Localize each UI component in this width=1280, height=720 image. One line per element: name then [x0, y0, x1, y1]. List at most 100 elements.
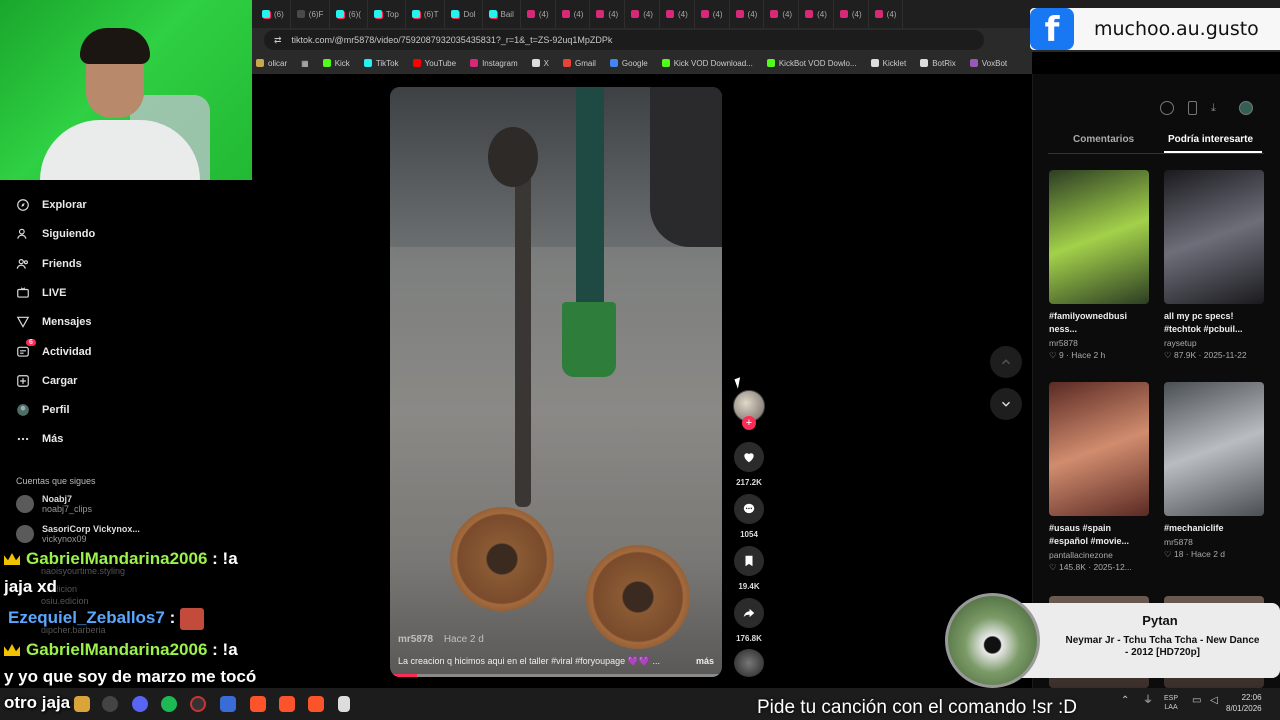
- video-thumbnail[interactable]: [1164, 170, 1264, 304]
- heart-icon[interactable]: [734, 442, 764, 472]
- bookmark-item[interactable]: TikTok: [363, 59, 399, 68]
- sidebar-item-explorar[interactable]: Explorar: [16, 198, 87, 212]
- bookmark-item[interactable]: Instagram: [470, 59, 518, 68]
- address-bar[interactable]: ⇄ tiktok.com/@mr5878/video/7592087932035…: [264, 30, 984, 50]
- browser-tab[interactable]: (6)(: [330, 0, 368, 28]
- suggested-video-card[interactable]: all my pc specs! #techtok #pcbuil... rays…: [1164, 170, 1264, 361]
- system-clock[interactable]: 22:06 8/01/2026: [1226, 692, 1262, 714]
- next-video-button[interactable]: [990, 388, 1022, 420]
- browser-tab[interactable]: (4): [695, 0, 730, 28]
- card-author[interactable]: mr5878: [1164, 537, 1264, 547]
- brave-icon[interactable]: [250, 696, 266, 712]
- bookmark-item[interactable]: X: [531, 59, 549, 68]
- browser-tab[interactable]: (4): [730, 0, 765, 28]
- card-author[interactable]: pantallacinezone: [1049, 550, 1149, 560]
- browser-tab[interactable]: (4): [556, 0, 591, 28]
- bookmark-item[interactable]: Google: [609, 59, 648, 68]
- bookmark-item[interactable]: KickBot VOD Dowlo...: [766, 59, 857, 68]
- tab-comments[interactable]: Comentarios: [1073, 134, 1134, 145]
- tab-label: (6)F: [308, 9, 324, 19]
- spotify-icon[interactable]: [161, 696, 177, 712]
- device-icon[interactable]: [1188, 101, 1197, 115]
- bookmark-icon[interactable]: [734, 546, 764, 576]
- compass-small-icon[interactable]: [1160, 101, 1174, 115]
- volume-icon[interactable]: ◁: [1210, 696, 1218, 706]
- share-arrow-icon[interactable]: [734, 598, 764, 628]
- bookmark-item[interactable]: Kicklet: [870, 59, 906, 68]
- bookmark-item[interactable]: Kick VOD Download...: [661, 59, 753, 68]
- video-thumbnail[interactable]: [1049, 170, 1149, 304]
- apps-grid-icon[interactable]: ▦: [301, 59, 309, 68]
- browser-tab[interactable]: (4): [521, 0, 556, 28]
- bookmark-item[interactable]: YouTube: [412, 59, 456, 68]
- sidebar-item-label: Más: [42, 433, 64, 446]
- notepad-icon[interactable]: [338, 696, 350, 712]
- browser-tab[interactable]: Bail: [483, 0, 521, 28]
- sidebar-item-actividad[interactable]: Actividad 6: [16, 338, 92, 359]
- download-icon[interactable]: ⤓: [1211, 101, 1225, 115]
- share-action[interactable]: 176.8K: [734, 598, 764, 643]
- bookmark-item[interactable]: VoxBot: [969, 59, 1007, 68]
- sidebar-item-ms[interactable]: Más: [16, 432, 63, 446]
- tab-label: (6)T: [423, 9, 439, 19]
- save-action[interactable]: 19.4K: [734, 546, 764, 591]
- app-icon[interactable]: [102, 696, 118, 712]
- following-account[interactable]: SasoriCorp Vickynox... vickynox09: [16, 524, 140, 544]
- site-info-icon[interactable]: ⇄: [274, 35, 282, 46]
- browser-tab[interactable]: Dol: [445, 0, 483, 28]
- tab-suggestions[interactable]: Podría interesarte: [1168, 134, 1253, 145]
- sidebar-item-mensajes[interactable]: Mensajes: [16, 315, 92, 329]
- previous-video-button[interactable]: [990, 346, 1022, 378]
- browser-tab[interactable]: (4): [625, 0, 660, 28]
- bookmark-item[interactable]: olicar: [256, 59, 287, 68]
- mic-icon[interactable]: ⏚: [1143, 696, 1153, 706]
- sidebar-item-perfil[interactable]: Perfil: [16, 403, 70, 417]
- browser-tab[interactable]: (4): [799, 0, 834, 28]
- video-player[interactable]: mr5878 Hace 2 d La creacion q hicimos aq…: [390, 87, 722, 677]
- tray-chevron-icon[interactable]: ⌃: [1121, 696, 1129, 706]
- video-thumbnail[interactable]: [1049, 382, 1149, 516]
- app2-icon[interactable]: [220, 696, 236, 712]
- video-author-name[interactable]: mr5878: [398, 634, 433, 645]
- video-progress[interactable]: [390, 674, 722, 677]
- obs-icon[interactable]: [190, 696, 206, 712]
- like-action[interactable]: 217.2K: [734, 442, 764, 487]
- language-indicator[interactable]: ESP LAA: [1164, 694, 1178, 712]
- browser-tab[interactable]: (6)T: [406, 0, 446, 28]
- file-explorer-icon[interactable]: [74, 696, 90, 712]
- suggested-video-card[interactable]: #mechaniclife mr5878 ♡ 18 · Hace 2 d: [1164, 382, 1264, 560]
- network-icon[interactable]: ▭: [1192, 696, 1201, 706]
- browser-tab[interactable]: Top: [368, 0, 406, 28]
- sidebar-item-cargar[interactable]: Cargar: [16, 374, 77, 388]
- comment-icon[interactable]: [734, 494, 764, 524]
- sidebar-item-friends[interactable]: Friends: [16, 257, 82, 271]
- profile-avatar-icon[interactable]: [1239, 101, 1253, 115]
- browser-tab[interactable]: (4): [834, 0, 869, 28]
- card-author[interactable]: mr5878: [1049, 338, 1149, 348]
- following-account[interactable]: Noabj7 noabj7_clips: [16, 494, 92, 514]
- bookmark-item[interactable]: BotRix: [920, 59, 956, 68]
- bookmark-item[interactable]: Gmail: [563, 59, 596, 68]
- card-author[interactable]: raysetup: [1164, 338, 1264, 348]
- chat-text: :: [169, 608, 176, 627]
- browser-tab[interactable]: (4): [869, 0, 904, 28]
- bookmark-item[interactable]: Kick: [322, 59, 350, 68]
- suggested-video-card[interactable]: #usaus #spain #español #movie... pantalla…: [1049, 382, 1149, 573]
- browser-tab[interactable]: (6)F: [291, 0, 331, 28]
- browser-tab[interactable]: (4): [660, 0, 695, 28]
- caption-more-link[interactable]: más: [696, 656, 714, 667]
- sidebar-item-siguiendo[interactable]: Siguiendo: [16, 227, 95, 241]
- comment-action[interactable]: 1054: [734, 494, 764, 539]
- video-author[interactable]: mr5878 Hace 2 d: [398, 634, 484, 645]
- brave2-icon[interactable]: [279, 696, 295, 712]
- sidebar-item-live[interactable]: LIVE: [16, 286, 66, 300]
- discord-icon[interactable]: [132, 696, 148, 712]
- browser-tab[interactable]: (6): [256, 0, 291, 28]
- follow-plus-icon[interactable]: +: [742, 416, 756, 430]
- browser-tab[interactable]: (4): [764, 0, 800, 28]
- sound-disc-icon[interactable]: [734, 649, 764, 677]
- video-thumbnail[interactable]: [1164, 382, 1264, 516]
- brave3-icon[interactable]: [308, 696, 324, 712]
- browser-tab[interactable]: (4): [590, 0, 626, 28]
- suggested-video-card[interactable]: #familyownedbusi ness... mr5878 ♡ 9 · Hace…: [1049, 170, 1149, 361]
